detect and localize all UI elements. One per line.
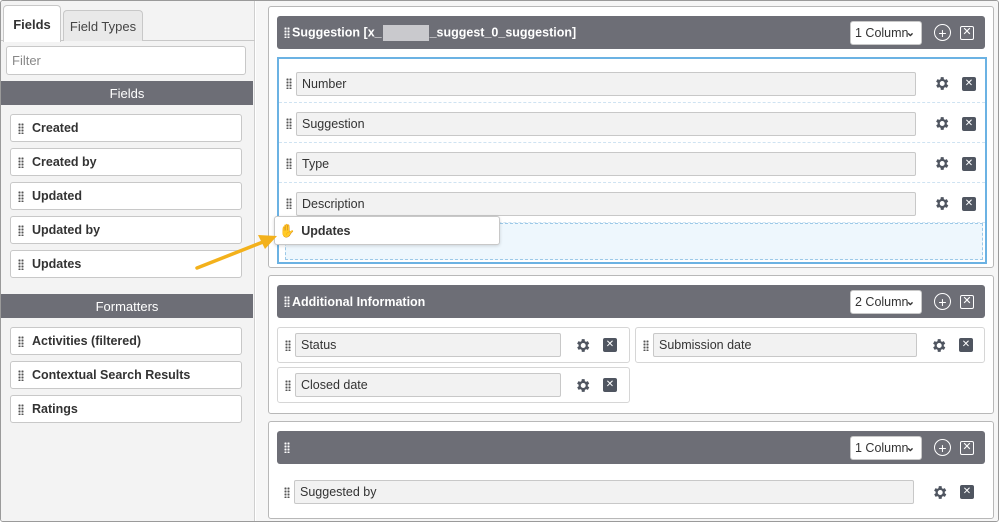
fields-header: Fields <box>1 81 253 105</box>
close-icon[interactable]: ✕ <box>962 196 976 211</box>
close-icon[interactable]: ✕ <box>603 378 617 392</box>
palette-formatter-label: Activities (filtered) <box>32 334 142 348</box>
grip-icon[interactable] <box>643 339 649 351</box>
close-icon[interactable]: ✕ <box>962 156 976 171</box>
gear-icon[interactable] <box>929 336 947 354</box>
palette-field-label: Updated <box>32 189 82 203</box>
palette-field-created-by[interactable]: Created by <box>10 148 242 176</box>
form-field-closed-date[interactable]: Closed date <box>295 373 561 397</box>
section-title: Additional Information <box>292 294 426 309</box>
grip-icon[interactable] <box>18 122 24 134</box>
form-designer: Fields Field Types Fields Created Create… <box>0 0 999 522</box>
close-icon[interactable]: ✕ <box>962 116 976 131</box>
palette-field-label: Created <box>32 121 79 135</box>
remove-section-button[interactable]: ✕ <box>960 25 974 40</box>
grip-icon[interactable] <box>18 403 24 415</box>
grip-icon[interactable] <box>18 258 24 270</box>
form-field-cell[interactable]: Submission date ✕ <box>635 327 985 363</box>
grip-icon[interactable] <box>18 224 24 236</box>
palette-field-label: Created by <box>32 155 97 169</box>
add-section-button[interactable]: + <box>934 439 951 456</box>
chevron-down-icon: ⌄ <box>905 295 915 308</box>
gear-icon[interactable] <box>932 75 950 93</box>
column-layout-select[interactable]: 1 Column ⌄ <box>850 20 922 45</box>
close-icon[interactable]: ✕ <box>603 338 617 352</box>
gear-icon[interactable] <box>932 155 950 173</box>
gear-icon[interactable] <box>573 336 591 354</box>
section-header: 1 Column ⌄ + ✕ <box>277 431 985 464</box>
chevron-down-icon: ⌄ <box>905 26 915 39</box>
form-field-suggested-by[interactable]: Suggested by <box>294 480 914 504</box>
section-untitled: 1 Column ⌄ + ✕ Suggested by ✕ <box>268 421 994 519</box>
form-field-cell[interactable]: Closed date ✕ <box>277 367 630 403</box>
palette-tabs: Fields Field Types <box>1 1 255 42</box>
gear-icon[interactable] <box>932 115 950 133</box>
palette-formatter-label: Ratings <box>32 402 78 416</box>
form-field-description[interactable]: Description <box>296 191 916 216</box>
section-header: Additional Information 2 Column ⌄ + ✕ <box>277 285 985 318</box>
form-field-submission-date[interactable]: Submission date <box>653 333 917 357</box>
grip-icon[interactable] <box>284 27 290 38</box>
gear-icon[interactable] <box>930 483 948 501</box>
form-field-suggestion[interactable]: Suggestion <box>296 111 916 136</box>
close-icon[interactable]: ✕ <box>962 76 976 91</box>
close-icon[interactable]: ✕ <box>959 338 973 352</box>
gear-icon[interactable] <box>932 195 950 213</box>
grip-icon[interactable] <box>18 190 24 202</box>
grip-icon[interactable] <box>286 198 292 209</box>
tab-field-types[interactable]: Field Types <box>63 10 143 41</box>
dragging-field-updates[interactable]: ✋ Updates <box>274 216 500 245</box>
arrow-icon <box>195 235 277 270</box>
grip-icon[interactable] <box>18 369 24 381</box>
grip-icon[interactable] <box>286 78 292 89</box>
column-layout-select[interactable]: 1 Column ⌄ <box>850 435 922 460</box>
section-header: Suggestion [x_ _suggest_0_suggestion] 1 C… <box>277 16 985 49</box>
grip-icon[interactable] <box>18 335 24 347</box>
grip-icon[interactable] <box>286 158 292 169</box>
grip-icon[interactable] <box>18 156 24 168</box>
add-section-button[interactable]: + <box>934 293 951 310</box>
palette-formatter-label: Contextual Search Results <box>32 368 191 382</box>
form-field-row[interactable]: Suggested by ✕ <box>277 473 983 511</box>
formatters-header: Formatters <box>1 294 253 318</box>
grip-icon[interactable] <box>284 296 290 307</box>
chevron-down-icon: ⌄ <box>905 441 915 454</box>
palette-field-updated[interactable]: Updated <box>10 182 242 210</box>
column-layout-select[interactable]: 2 Column ⌄ <box>850 289 922 314</box>
form-field-row[interactable]: Suggestion ✕ <box>279 105 985 143</box>
remove-section-button[interactable]: ✕ <box>960 294 974 309</box>
palette-field-label: Updates <box>32 257 82 271</box>
grip-icon[interactable] <box>284 486 290 498</box>
add-section-button[interactable]: + <box>934 24 951 41</box>
palette-formatter-contextual-search[interactable]: Contextual Search Results <box>10 361 242 389</box>
section-additional-information: Additional Information 2 Column ⌄ + ✕ St… <box>268 275 994 414</box>
grip-icon[interactable] <box>285 339 291 351</box>
tab-fields[interactable]: Fields <box>3 5 61 42</box>
form-field-number[interactable]: Number <box>296 71 916 96</box>
grip-icon[interactable] <box>285 379 291 391</box>
gear-icon[interactable] <box>573 376 591 394</box>
dragging-field-label: Updates <box>301 223 351 238</box>
form-field-status[interactable]: Status <box>295 333 561 357</box>
grab-hand-icon: ✋ <box>279 222 296 238</box>
grip-icon[interactable] <box>286 118 292 129</box>
form-field-type[interactable]: Type <box>296 151 916 176</box>
form-field-row[interactable]: Number ✕ <box>279 65 985 103</box>
palette-formatter-ratings[interactable]: Ratings <box>10 395 242 423</box>
close-icon[interactable]: ✕ <box>960 485 974 499</box>
palette-field-label: Updated by <box>32 223 101 237</box>
redacted-block <box>382 24 429 41</box>
form-field-row[interactable]: Type ✕ <box>279 145 985 183</box>
section-title: Suggestion [x_ _suggest_0_suggestion] <box>292 24 577 41</box>
filter-input[interactable] <box>6 46 246 75</box>
palette-field-created[interactable]: Created <box>10 114 242 142</box>
form-layout-canvas: Suggestion [x_ _suggest_0_suggestion] 1 C… <box>256 1 998 521</box>
grip-icon[interactable] <box>284 442 290 453</box>
remove-section-button[interactable]: ✕ <box>960 440 974 455</box>
form-field-cell[interactable]: Status ✕ <box>277 327 630 363</box>
palette-formatter-activities[interactable]: Activities (filtered) <box>10 327 242 355</box>
